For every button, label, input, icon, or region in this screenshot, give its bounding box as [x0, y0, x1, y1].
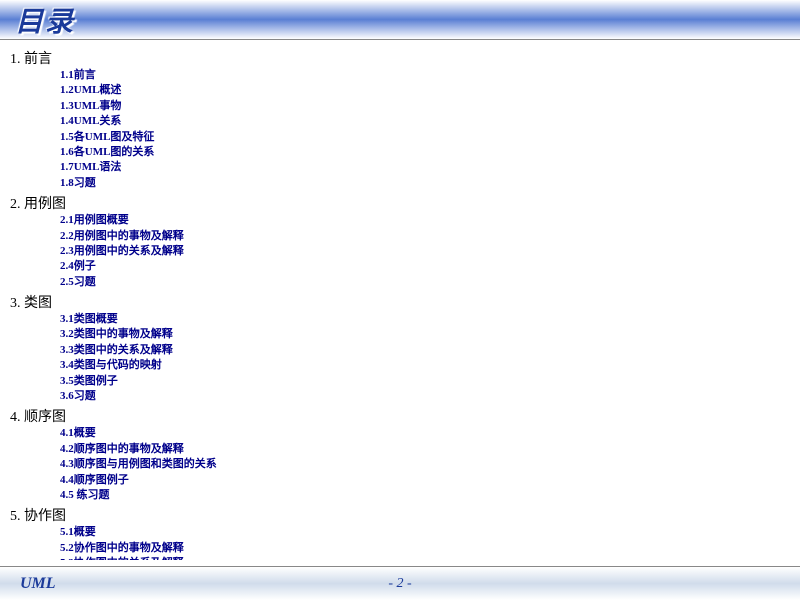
toc-sub-item: 1.6各UML图的关系: [60, 145, 780, 160]
toc-sub-item: 2.5习题: [60, 275, 780, 290]
toc-sub-item: 3.6习题: [60, 389, 780, 404]
toc-sub-item: 3.5类图例子: [60, 374, 780, 389]
toc-sub-item: 4.5 练习题: [60, 488, 780, 503]
slide-header: 目录: [0, 0, 800, 40]
toc-sub-item: 4.3顺序图与用例图和类图的关系: [60, 457, 780, 472]
toc-sub-list: 4.1概要4.2顺序图中的事物及解释4.3顺序图与用例图和类图的关系4.4顺序图…: [10, 426, 780, 503]
toc-chapter-title: 3. 类图: [10, 292, 780, 312]
toc-chapter: 1. 前言1.1前言1.2UML概述1.3UML事物1.4UML关系1.5各UM…: [10, 48, 780, 191]
toc-sub-item: 1.5各UML图及特征: [60, 130, 780, 145]
toc-sub-item: 4.4顺序图例子: [60, 473, 780, 488]
toc-chapter-title: 1. 前言: [10, 48, 780, 68]
toc-sub-list: 1.1前言1.2UML概述1.3UML事物1.4UML关系1.5各UML图及特征…: [10, 68, 780, 191]
toc-sub-item: 4.2顺序图中的事物及解释: [60, 442, 780, 457]
toc-sub-item: 2.3用例图中的关系及解释: [60, 244, 780, 259]
header-title: 目录: [15, 0, 75, 40]
toc-sub-item: 1.4UML关系: [60, 114, 780, 129]
toc-sub-item: 5.1概要: [60, 525, 780, 540]
toc-sub-item: 2.2用例图中的事物及解释: [60, 229, 780, 244]
toc-chapter: 4. 顺序图4.1概要4.2顺序图中的事物及解释4.3顺序图与用例图和类图的关系…: [10, 406, 780, 503]
footer-label: UML: [20, 575, 56, 593]
toc-sub-item: 1.3UML事物: [60, 99, 780, 114]
toc-sub-item: 1.2UML概述: [60, 83, 780, 98]
toc-chapter-title: 5. 协作图: [10, 505, 780, 525]
toc-sub-item: 1.7UML语法: [60, 160, 780, 175]
toc-sub-item: 2.4例子: [60, 259, 780, 274]
toc-sub-item: 4.1概要: [60, 426, 780, 441]
slide-footer: UML - 2 -: [0, 566, 800, 600]
toc-sub-item: 3.1类图概要: [60, 312, 780, 327]
toc-sub-item: 1.8习题: [60, 176, 780, 191]
toc-chapter: 3. 类图3.1类图概要3.2类图中的事物及解释3.3类图中的关系及解释3.4类…: [10, 292, 780, 404]
toc-chapter: 2. 用例图2.1用例图概要2.2用例图中的事物及解释2.3用例图中的关系及解释…: [10, 193, 780, 290]
toc-sub-list: 2.1用例图概要2.2用例图中的事物及解释2.3用例图中的关系及解释2.4例子2…: [10, 213, 780, 290]
toc-sub-item: 1.1前言: [60, 68, 780, 83]
toc-sub-item: 2.1用例图概要: [60, 213, 780, 228]
toc-chapter-title: 2. 用例图: [10, 193, 780, 213]
toc-sub-item: 3.3类图中的关系及解释: [60, 343, 780, 358]
toc-chapter: 5. 协作图5.1概要5.2协作图中的事物及解释5.3协作图中的关系及解释: [10, 505, 780, 560]
toc-sub-item: 3.2类图中的事物及解释: [60, 327, 780, 342]
toc-sub-item: 5.2协作图中的事物及解释: [60, 541, 780, 556]
toc-content: 1. 前言1.1前言1.2UML概述1.3UML事物1.4UML关系1.5各UM…: [0, 40, 800, 560]
footer-page-number: - 2 -: [388, 576, 411, 592]
toc-sub-list: 5.1概要5.2协作图中的事物及解释5.3协作图中的关系及解释: [10, 525, 780, 560]
toc-sub-list: 3.1类图概要3.2类图中的事物及解释3.3类图中的关系及解释3.4类图与代码的…: [10, 312, 780, 404]
toc-chapter-title: 4. 顺序图: [10, 406, 780, 426]
toc-sub-item: 5.3协作图中的关系及解释: [60, 556, 780, 560]
toc-sub-item: 3.4类图与代码的映射: [60, 358, 780, 373]
